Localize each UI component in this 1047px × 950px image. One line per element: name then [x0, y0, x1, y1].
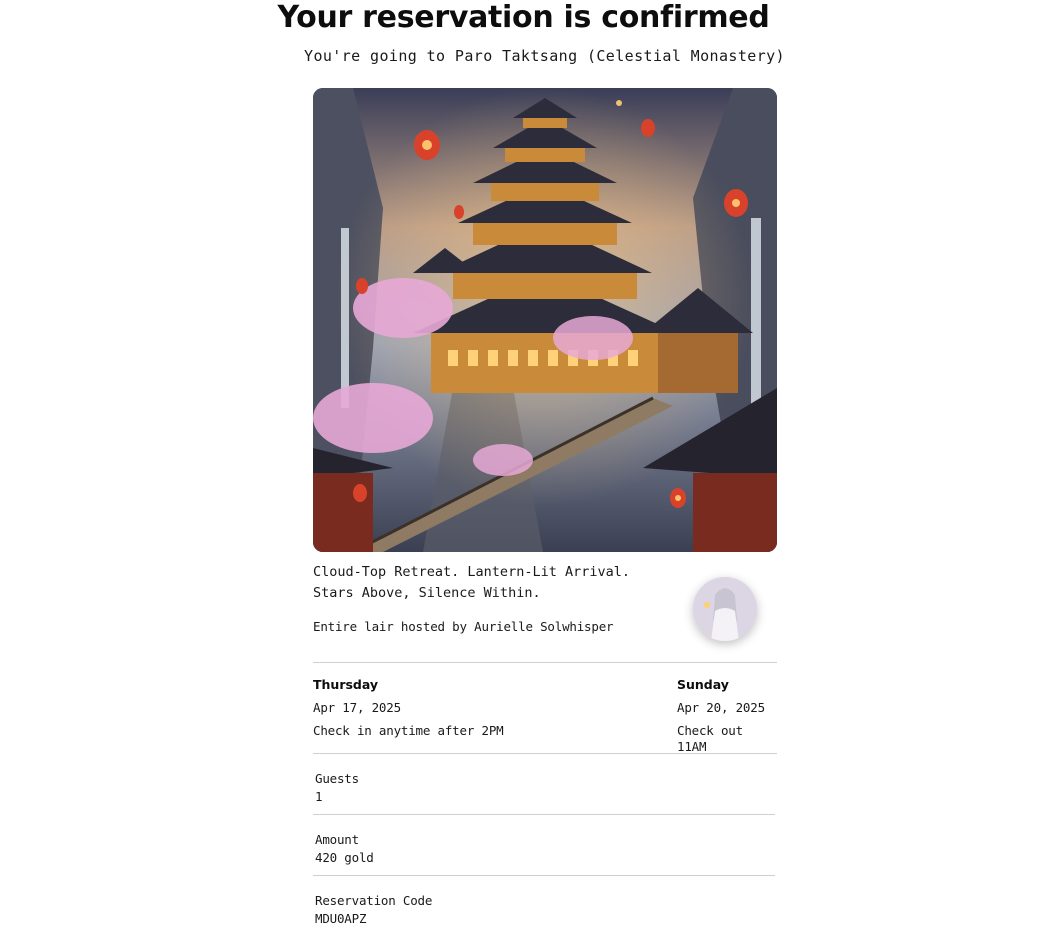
checkin-day: Thursday	[313, 677, 379, 692]
checkout-note: Check out 11AM	[677, 723, 743, 754]
confirmation-page: Your reservation is confirmed You're goi…	[0, 0, 1047, 950]
guests-row: Guests 1	[313, 754, 777, 814]
destination-subtitle: You're going to Paro Taktsang (Celestial…	[304, 47, 785, 65]
monastery-illustration	[313, 88, 777, 552]
listing-summary: Cloud-Top Retreat. Lantern-Lit Arrival. …	[313, 552, 777, 662]
checkin-note: Check in anytime after 2PM	[313, 723, 504, 738]
guests-label: Guests	[315, 771, 359, 786]
checkout-date: Apr 20, 2025	[677, 700, 765, 715]
stay-dates: Thursday Apr 17, 2025 Check in anytime a…	[313, 663, 777, 755]
host-line: Entire lair hosted by Aurielle Solwhispe…	[313, 619, 614, 634]
reservation-card: Cloud-Top Retreat. Lantern-Lit Arrival. …	[313, 88, 777, 936]
amount-label: Amount	[315, 832, 359, 847]
amount-row: Amount 420 gold	[313, 815, 777, 875]
page-title: Your reservation is confirmed	[277, 0, 770, 35]
checkin-date: Apr 17, 2025	[313, 700, 401, 715]
reservation-code-row: Reservation Code MDU0APZ	[313, 876, 777, 936]
reservation-code-value[interactable]: MDU0APZ	[315, 911, 366, 927]
listing-title[interactable]: Cloud-Top Retreat. Lantern-Lit Arrival. …	[313, 562, 643, 604]
checkout-block: Sunday Apr 20, 2025 Check out 11AM	[677, 677, 777, 755]
reservation-code-label: Reservation Code	[315, 893, 433, 908]
listing-photo[interactable]	[313, 88, 777, 552]
checkin-block: Thursday Apr 17, 2025 Check in anytime a…	[313, 677, 504, 739]
host-avatar[interactable]	[693, 577, 757, 641]
host-portrait-icon	[693, 577, 757, 641]
guests-value: 1	[315, 789, 323, 804]
amount-value: 420 gold	[315, 850, 374, 865]
checkout-day: Sunday	[677, 677, 729, 692]
